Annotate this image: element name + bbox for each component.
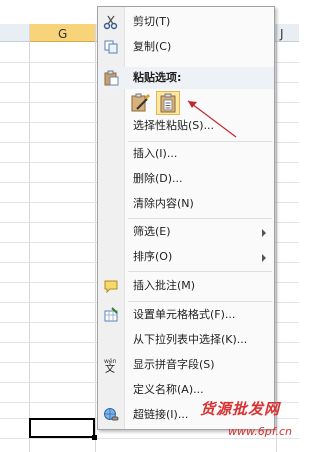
menu-item-label: 设置单元格格式(F)... <box>133 308 236 321</box>
paste-values-button[interactable] <box>156 91 180 115</box>
menu-item-label: 删除(D)... <box>133 172 183 185</box>
menu-item-label: 剪切(T) <box>133 15 171 28</box>
fill-handle[interactable] <box>92 435 97 440</box>
menu-item-copy[interactable]: 复制(C) <box>98 36 274 58</box>
menu-item-show-phonetic[interactable]: wén 文 显示拼音字段(S) <box>98 354 274 376</box>
comment-icon <box>103 278 119 294</box>
grid-line <box>276 24 277 452</box>
phonetic-icon: wén 文 <box>103 357 119 375</box>
menu-item-label: 定义名称(A)... <box>133 383 204 396</box>
active-cell[interactable] <box>29 418 95 438</box>
paste-options-label: 粘贴选项: <box>133 71 182 84</box>
watermark-url: www.6pf.cn <box>228 425 292 438</box>
clipboard-icon <box>103 70 119 86</box>
hyperlink-icon <box>103 407 119 423</box>
column-label-g: G <box>58 27 68 41</box>
menu-separator <box>128 271 272 272</box>
grid-line <box>95 24 96 452</box>
watermark-title: 货源批发网 <box>200 400 281 418</box>
format-cells-icon <box>103 307 119 323</box>
svg-text:文: 文 <box>105 362 115 373</box>
submenu-arrow-icon <box>262 254 266 262</box>
scissors-icon <box>103 14 119 30</box>
column-header-blank[interactable] <box>0 24 29 42</box>
menu-item-clear-contents[interactable]: 清除内容(N) <box>98 193 274 215</box>
menu-item-paste-special[interactable]: 选择性粘贴(S)... <box>98 115 274 137</box>
menu-item-insert[interactable]: 插入(I)... <box>98 143 274 165</box>
menu-item-label: 显示拼音字段(S) <box>133 358 215 371</box>
menu-item-sort[interactable]: 排序(O) <box>98 246 274 268</box>
menu-separator <box>128 301 272 302</box>
menu-item-label: 排序(O) <box>133 250 173 263</box>
menu-item-label: 筛选(E) <box>133 225 171 238</box>
menu-item-label: 插入(I)... <box>133 147 178 160</box>
menu-item-label: 清除内容(N) <box>133 197 194 210</box>
menu-separator <box>128 141 272 142</box>
menu-item-label: 从下拉列表中选择(K)... <box>133 333 248 346</box>
menu-separator <box>128 218 272 219</box>
column-label-j: J <box>280 27 284 41</box>
paste-formatting-button[interactable] <box>128 91 152 115</box>
paste-options-header: 粘贴选项: <box>98 67 274 89</box>
menu-item-filter[interactable]: 筛选(E) <box>98 221 274 243</box>
context-menu: 剪切(T) 复制(C) 粘贴选项: 选择性粘贴(S)... 插入(I)... 删… <box>97 6 275 430</box>
grid-line <box>29 24 30 452</box>
menu-item-insert-comment[interactable]: 插入批注(M) <box>98 275 274 297</box>
submenu-arrow-icon <box>262 229 266 237</box>
menu-item-label: 选择性粘贴(S)... <box>133 119 215 132</box>
menu-item-format-cells[interactable]: 设置单元格格式(F)... <box>98 304 274 326</box>
menu-item-label: 插入批注(M) <box>133 279 196 292</box>
copy-icon <box>103 39 119 55</box>
menu-item-label: 复制(C) <box>133 40 172 53</box>
menu-item-pick-from-list[interactable]: 从下拉列表中选择(K)... <box>98 329 274 351</box>
menu-item-label: 超链接(I)... <box>133 408 189 421</box>
menu-item-cut[interactable]: 剪切(T) <box>98 11 274 33</box>
menu-item-delete[interactable]: 删除(D)... <box>98 168 274 190</box>
